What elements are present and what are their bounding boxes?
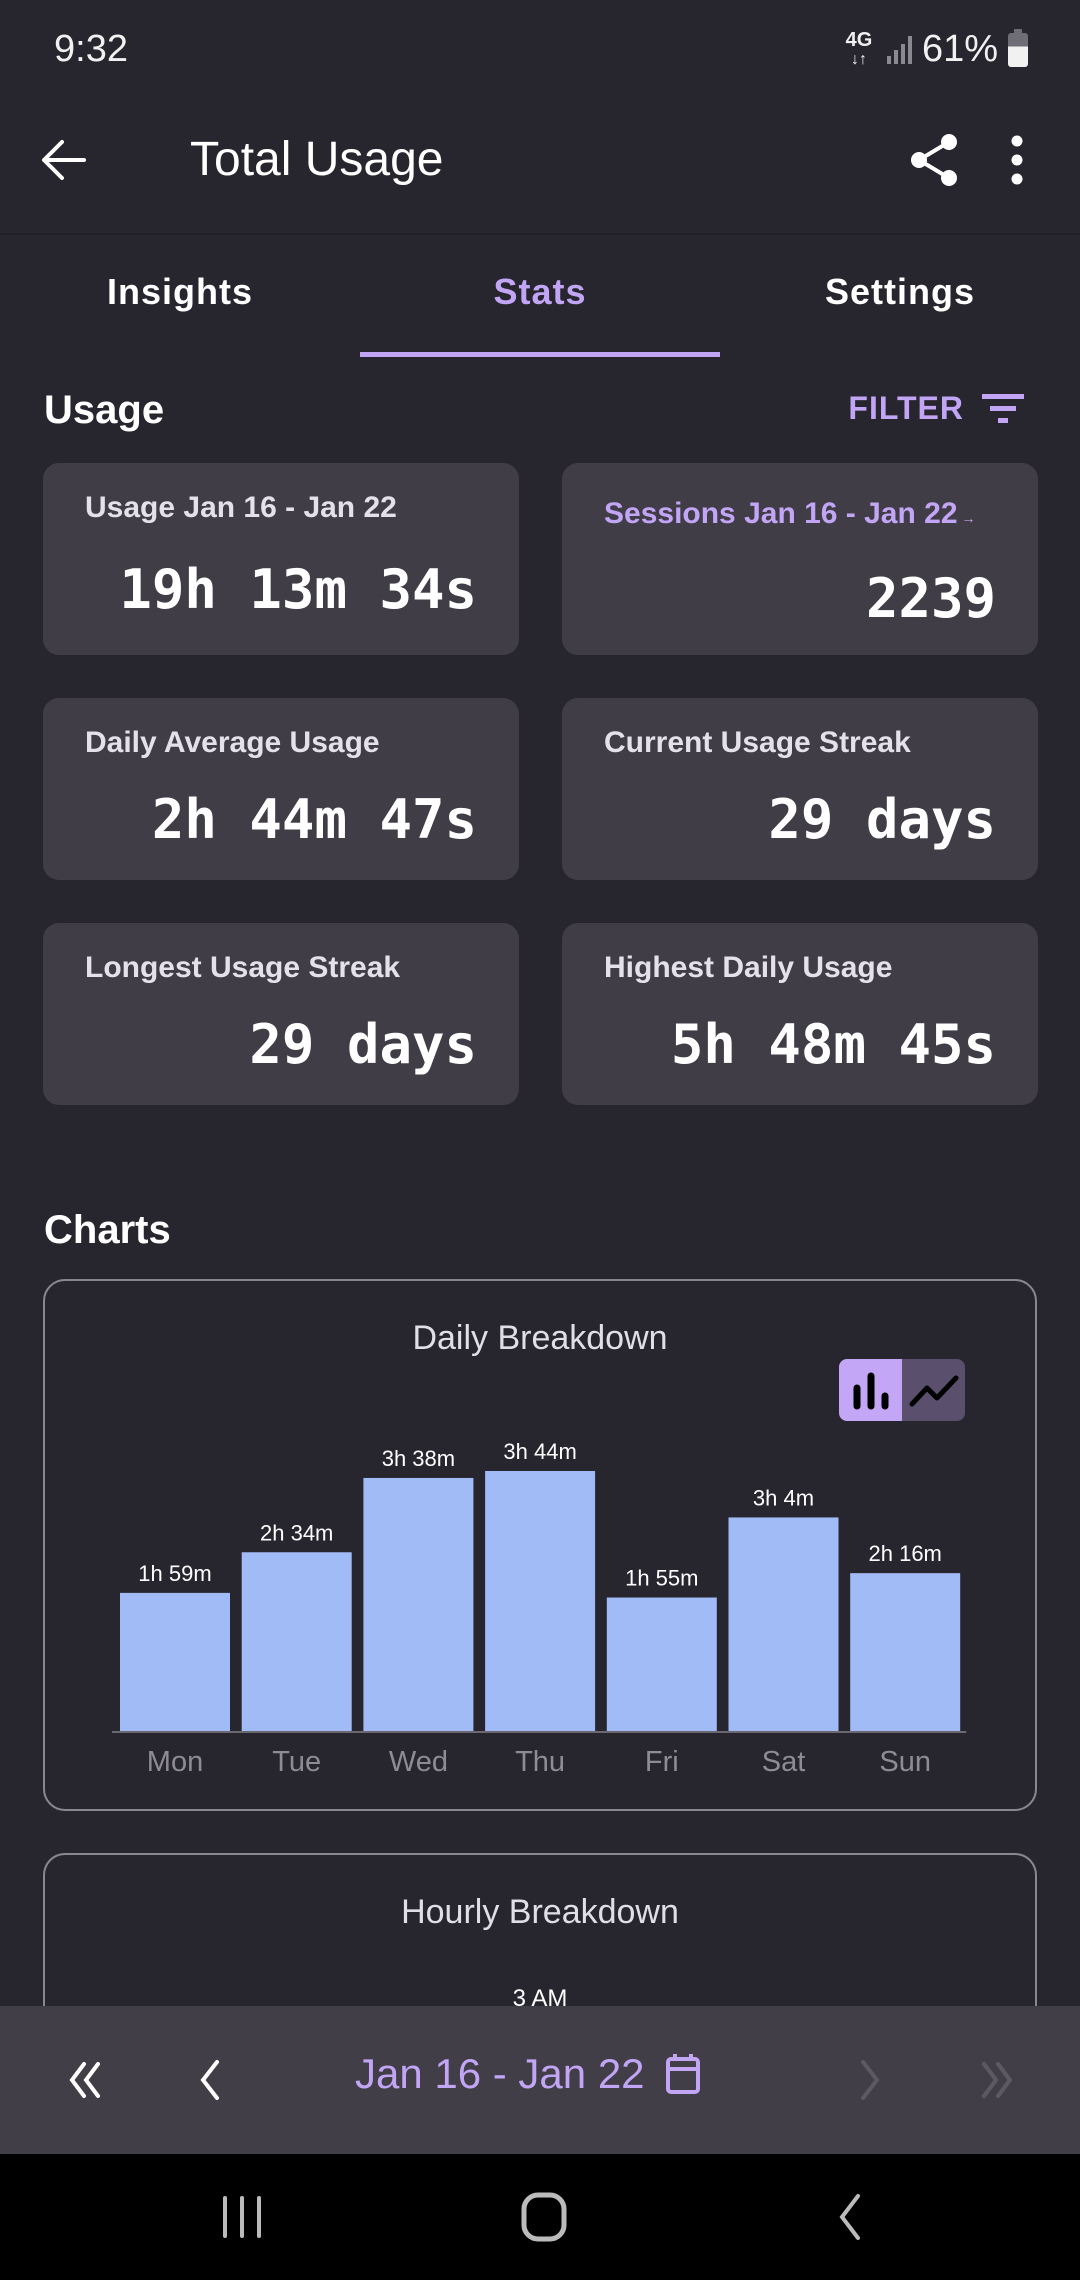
bar-sun[interactable] <box>850 1573 961 1731</box>
daily-breakdown-card: Daily Breakdown 1h 59m Mon 2h 34m Tue 3h 38m… <box>43 1279 1037 1811</box>
bar-value-label: 1h 55m <box>625 1566 698 1591</box>
stat-label: Current Usage Streak <box>604 726 911 759</box>
tab-settings[interactable]: Settings <box>720 235 1080 360</box>
more-options-button[interactable] <box>995 130 1039 190</box>
stat-value: 2h 44m 47s <box>151 788 477 851</box>
date-range-label: Jan 16 - Jan 22 <box>355 2050 645 2097</box>
bar-value-label: 1h 59m <box>138 1561 211 1586</box>
x-tick-label: Sat <box>762 1746 806 1778</box>
bar-value-label: 3h 44m <box>503 1439 576 1464</box>
share-icon <box>911 134 957 186</box>
date-navigation-bar: Jan 16 - Jan 22 <box>0 2006 1080 2154</box>
stat-card-sessions[interactable]: Sessions Jan 16 - Jan 22 → 2239 <box>562 463 1038 655</box>
battery-percent: 61% <box>921 28 998 70</box>
bar-tue[interactable] <box>241 1552 352 1731</box>
x-tick-label: Fri <box>645 1746 679 1778</box>
daily-breakdown-chart: 1h 59m Mon 2h 34m Tue 3h 38m Wed 3h 44m Thu 1h 5… <box>112 1439 967 1778</box>
stat-label: Sessions Jan 16 - Jan 22 → <box>604 497 976 531</box>
calendar-icon <box>665 2054 700 2094</box>
app-bar: Total Usage <box>0 100 1080 234</box>
usage-section-title: Usage <box>44 388 165 432</box>
stat-label: Daily Average Usage <box>85 726 380 759</box>
double-chevron-right-icon <box>982 2062 1013 2098</box>
signal-icon <box>886 35 912 64</box>
back-button[interactable] <box>36 130 96 190</box>
previous-period-button[interactable] <box>180 2050 240 2110</box>
x-tick-label: Mon <box>147 1746 203 1778</box>
stat-label: Highest Daily Usage <box>604 951 893 984</box>
system-back-button[interactable] <box>818 2192 878 2242</box>
more-vert-icon <box>1011 135 1023 185</box>
bar-sat[interactable] <box>728 1517 839 1731</box>
stat-value: 29 days <box>249 1013 477 1076</box>
network-4g-icon: 4G ↓↑ <box>845 28 873 68</box>
charts-section-title: Charts <box>44 1208 171 1252</box>
stat-card-highest-daily: Highest Daily Usage 5h 48m 45s <box>562 923 1038 1105</box>
bar-value-label: 2h 16m <box>869 1541 942 1566</box>
battery-icon <box>1008 28 1028 67</box>
stat-label: Longest Usage Streak <box>85 951 401 984</box>
stat-card-usage-total: Usage Jan 16 - Jan 22 19h 13m 34s <box>43 463 519 655</box>
chevron-left-icon <box>200 2060 219 2100</box>
chevron-right-icon <box>861 2060 880 2100</box>
filter-label: FILTER <box>848 390 964 426</box>
next-period-button[interactable] <box>840 2050 900 2110</box>
x-tick-label: Thu <box>515 1746 565 1778</box>
stat-value: 2239 <box>865 567 996 630</box>
system-back-icon <box>839 2194 860 2240</box>
system-navigation-bar <box>0 2154 1080 2280</box>
filter-list-icon <box>982 393 1024 423</box>
bar-fri[interactable] <box>606 1597 717 1731</box>
status-time: 9:32 <box>54 28 128 70</box>
chart-title: Hourly Breakdown <box>401 1893 679 1931</box>
bar-value-label: 3h 4m <box>753 1485 814 1510</box>
stat-value: 19h 13m 34s <box>119 558 477 621</box>
tab-stats[interactable]: Stats <box>360 235 720 360</box>
x-tick-label: Wed <box>389 1746 448 1778</box>
stat-card-current-streak: Current Usage Streak 29 days <box>562 698 1038 880</box>
date-range-picker[interactable]: Jan 16 - Jan 22 <box>355 2050 701 2098</box>
recent-apps-icon <box>223 2196 261 2238</box>
last-period-button[interactable] <box>966 2050 1026 2110</box>
bar-value-label: 2h 34m <box>260 1520 333 1545</box>
arrow-right-icon: → <box>961 510 976 526</box>
x-tick-label: Sun <box>879 1746 931 1778</box>
stat-card-daily-average: Daily Average Usage 2h 44m 47s <box>43 698 519 880</box>
tab-bar: Insights Stats Settings <box>0 235 1080 360</box>
bar-thu[interactable] <box>485 1471 596 1731</box>
double-chevron-left-icon <box>69 2062 100 2098</box>
recent-apps-button[interactable] <box>212 2192 272 2242</box>
filter-button[interactable]: FILTER <box>848 390 1024 427</box>
first-period-button[interactable] <box>56 2050 116 2110</box>
page-title: Total Usage <box>190 133 444 186</box>
stat-value: 5h 48m 45s <box>670 1013 996 1076</box>
stat-value: 29 days <box>768 788 996 851</box>
status-indicators: 4G ↓↑ 61% <box>841 28 1028 71</box>
home-icon <box>521 2192 567 2242</box>
share-button[interactable] <box>905 130 965 190</box>
tab-insights[interactable]: Insights <box>0 235 360 360</box>
home-button[interactable] <box>514 2192 574 2242</box>
bar-mon[interactable] <box>120 1592 230 1731</box>
active-tab-indicator <box>360 352 720 357</box>
bar-wed[interactable] <box>363 1477 474 1731</box>
stat-label: Usage Jan 16 - Jan 22 <box>85 491 397 524</box>
arrow-left-icon <box>42 140 86 180</box>
status-bar: 9:32 4G ↓↑ 61% <box>0 0 1080 100</box>
x-tick-label: Tue <box>272 1746 321 1778</box>
stat-card-longest-streak: Longest Usage Streak 29 days <box>43 923 519 1105</box>
sessions-label-text: Sessions Jan 16 - Jan 22 <box>604 497 958 530</box>
bar-value-label: 3h 38m <box>382 1446 455 1471</box>
